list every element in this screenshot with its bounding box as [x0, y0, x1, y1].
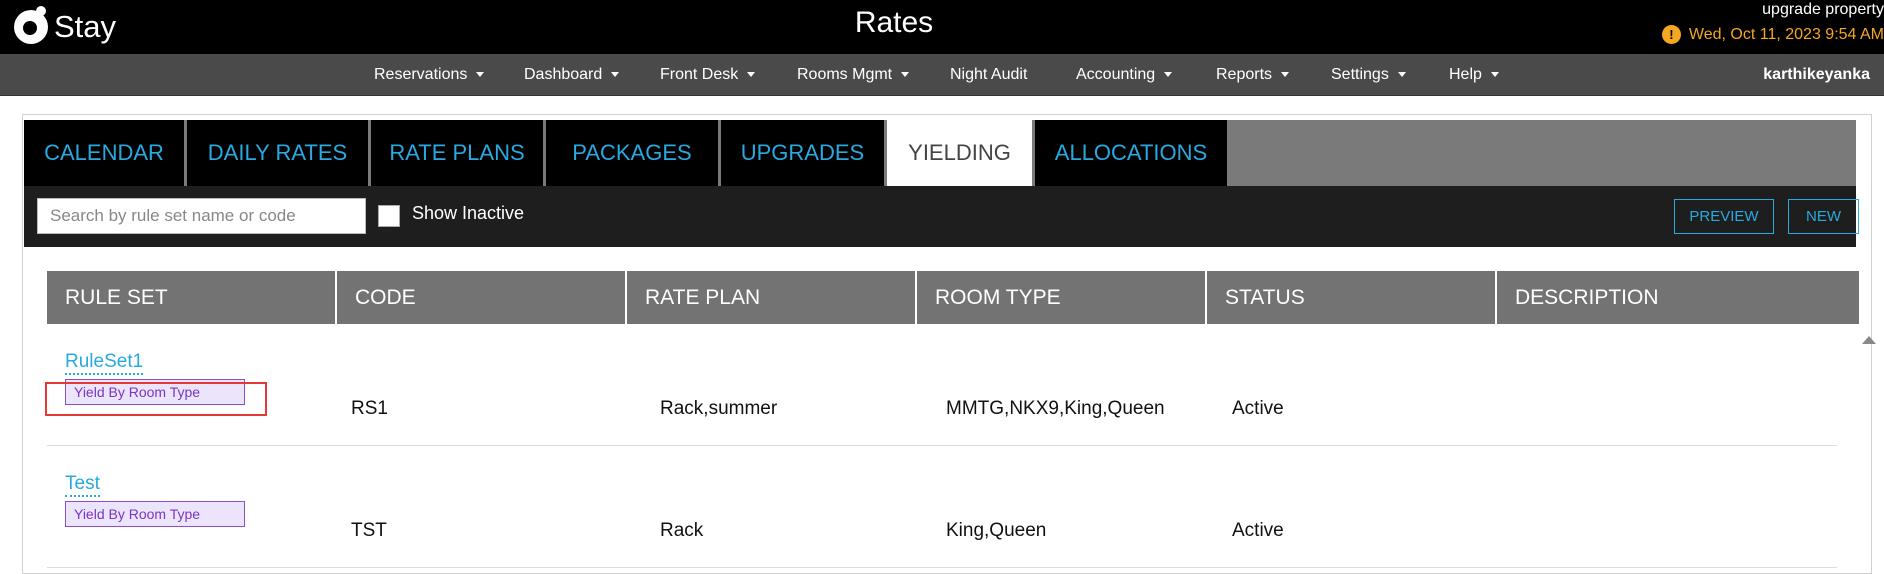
caret-down-icon — [1164, 72, 1173, 78]
yielding-toolbar: Show Inactive PREVIEW NEW — [24, 186, 1859, 247]
nav-label: Help — [1449, 66, 1482, 83]
rule-set-badge: Yield By Room Type — [65, 501, 245, 527]
caret-down-icon — [476, 72, 485, 78]
caret-down-icon — [1490, 72, 1499, 78]
nav-accounting[interactable]: Accounting — [1076, 54, 1173, 96]
tab-allocations[interactable]: ALLOCATIONS — [1035, 120, 1227, 186]
upgrade-property-link[interactable]: upgrade property — [1662, 1, 1884, 19]
search-input[interactable] — [37, 198, 366, 234]
user-menu[interactable]: karthikeyanka — [1763, 54, 1870, 96]
room-type-cell: MMTG,NKX9,King,Queen — [946, 398, 1165, 419]
exclamation-circle-icon[interactable]: ! — [1661, 25, 1681, 44]
col-code[interactable]: CODE — [337, 271, 627, 324]
show-inactive-checkbox[interactable] — [378, 205, 400, 227]
status-cell: Active — [1232, 398, 1284, 419]
tab-daily-rates[interactable]: DAILY RATES — [187, 120, 368, 186]
nav-label: Night Audit — [950, 66, 1028, 83]
preview-button[interactable]: PREVIEW — [1674, 199, 1774, 234]
table-row: Test Yield By Room Type TST Rack King,Qu… — [47, 446, 1837, 568]
table-header: RULE SET CODE RATE PLAN ROOM TYPE STATUS… — [47, 271, 1859, 324]
nav-label: Rooms Mgmt — [797, 66, 893, 83]
nav-rooms-mgmt[interactable]: Rooms Mgmt — [797, 54, 910, 96]
col-rate-plan[interactable]: RATE PLAN — [627, 271, 917, 324]
top-right-info: upgrade property ! Wed, Oct 11, 2023 9:5… — [1661, 1, 1884, 44]
caret-down-icon — [1397, 72, 1406, 78]
new-button[interactable]: NEW — [1788, 199, 1859, 234]
code-cell: TST — [351, 520, 387, 541]
top-bar: Stay Rates upgrade property ! Wed, Oct 1… — [0, 0, 1884, 54]
tab-yielding[interactable]: YIELDING — [887, 120, 1032, 186]
rule-set-link[interactable]: RuleSet1 — [65, 351, 144, 375]
nav-label: Front Desk — [660, 66, 739, 83]
show-inactive-label: Show Inactive — [412, 203, 525, 223]
page-title: Rates — [854, 6, 934, 39]
rule-set-link[interactable]: Test — [65, 473, 100, 497]
col-rule-set[interactable]: RULE SET — [47, 271, 337, 324]
scroll-up-arrow-icon[interactable] — [1862, 336, 1876, 344]
caret-down-icon — [901, 72, 910, 78]
nav-settings[interactable]: Settings — [1331, 54, 1406, 96]
nav-label: Accounting — [1076, 66, 1156, 83]
col-status[interactable]: STATUS — [1207, 271, 1497, 324]
nav-label: Dashboard — [524, 66, 603, 83]
nav-label: Reservations — [374, 66, 468, 83]
nav-label: Settings — [1331, 66, 1389, 83]
highlight-annotation — [45, 382, 267, 416]
nav-front-desk[interactable]: Front Desk — [660, 54, 756, 96]
datetime-text: Wed, Oct 11, 2023 9:54 AM — [1688, 25, 1884, 43]
tab-calendar[interactable]: CALENDAR — [24, 120, 184, 186]
caret-down-icon — [747, 72, 756, 78]
nav-help[interactable]: Help — [1449, 54, 1499, 96]
nav-reservations[interactable]: Reservations — [374, 54, 485, 96]
caret-down-icon — [1281, 72, 1290, 78]
caret-down-icon — [611, 72, 620, 78]
rates-panel: CALENDAR DAILY RATES RATE PLANS PACKAGES… — [22, 114, 1872, 574]
col-description[interactable]: DESCRIPTION — [1497, 271, 1859, 324]
rates-tabs: CALENDAR DAILY RATES RATE PLANS PACKAGES… — [24, 120, 1856, 186]
rate-plan-cell: Rack,summer — [660, 398, 778, 419]
nav-night-audit[interactable]: Night Audit — [950, 54, 1027, 96]
nav-label: Reports — [1216, 66, 1273, 83]
nav-dashboard[interactable]: Dashboard — [524, 54, 620, 96]
tab-upgrades[interactable]: UPGRADES — [721, 120, 884, 186]
datetime-display: ! Wed, Oct 11, 2023 9:54 AM — [1661, 25, 1884, 44]
rate-plan-cell: Rack — [660, 520, 704, 541]
code-cell: RS1 — [351, 398, 388, 419]
status-cell: Active — [1232, 520, 1284, 541]
tab-rate-plans[interactable]: RATE PLANS — [371, 120, 543, 186]
nav-reports[interactable]: Reports — [1216, 54, 1290, 96]
table-row: RuleSet1 Yield By Room Type RS1 Rack,sum… — [47, 324, 1837, 446]
room-type-cell: King,Queen — [946, 520, 1047, 541]
tab-packages[interactable]: PACKAGES — [546, 120, 718, 186]
col-room-type[interactable]: ROOM TYPE — [917, 271, 1207, 324]
main-nav: Reservations Dashboard Front Desk Rooms … — [0, 54, 1884, 96]
